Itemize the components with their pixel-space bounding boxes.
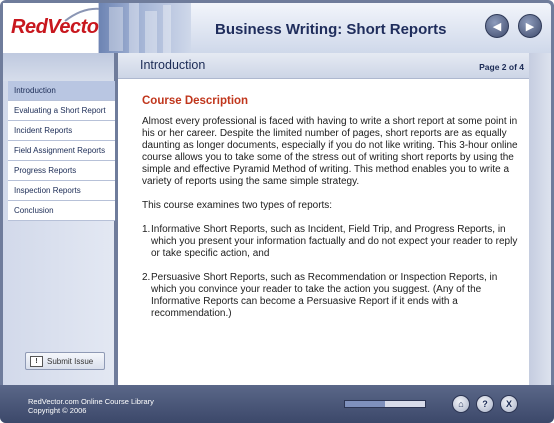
close-button[interactable]: X — [500, 395, 518, 413]
footer-library-text: RedVector.com Online Course Library — [28, 397, 154, 406]
intro-paragraph: Almost every professional is faced with … — [142, 116, 518, 187]
list-text: Informative Short Reports, such as Incid… — [151, 224, 518, 259]
section-title: Introduction — [140, 58, 206, 72]
report-types-intro: This course examines two types of report… — [142, 200, 333, 211]
list-number: 2. — [142, 272, 151, 283]
sidebar-item-introduction[interactable]: Introduction — [8, 81, 115, 101]
sidebar-menu: Introduction Evaluating a Short Report I… — [8, 81, 115, 221]
right-panel-strip — [529, 53, 551, 385]
sidebar-item-inspection-reports[interactable]: Inspection Reports — [8, 181, 115, 201]
report-issue-icon: ! — [30, 355, 43, 367]
home-button[interactable]: ⌂ — [452, 395, 470, 413]
course-progress-bar — [344, 400, 426, 408]
list-item: 2. Persuasive Short Reports, such as Rec… — [142, 272, 524, 320]
home-icon: ⌂ — [458, 399, 464, 409]
sidebar-item-evaluating[interactable]: Evaluating a Short Report — [8, 101, 115, 121]
submit-issue-label: Submit Issue — [47, 356, 94, 366]
sidebar-item-conclusion[interactable]: Conclusion — [8, 201, 115, 221]
footer-copyright: RedVector.com Online Course Library Copy… — [28, 397, 154, 415]
close-icon: X — [505, 399, 512, 409]
list-item: 1. Informative Short Reports, such as In… — [142, 224, 524, 260]
sidebar-item-field-assignment[interactable]: Field Assignment Reports — [8, 141, 115, 161]
course-description-heading: Course Description — [142, 95, 249, 107]
content-header: Introduction Page 2 of 4 — [118, 53, 529, 79]
footer-copyright-text: Copyright © 2006 — [28, 406, 87, 415]
logo-swoosh-icon — [64, 7, 102, 22]
sidebar-header — [3, 53, 114, 81]
list-text: Persuasive Short Reports, such as Recomm… — [151, 272, 498, 319]
course-title: Business Writing: Short Reports — [215, 21, 447, 38]
help-button[interactable]: ? — [476, 395, 494, 413]
help-icon: ? — [482, 399, 488, 409]
sidebar-item-incident-reports[interactable]: Incident Reports — [8, 121, 115, 141]
header-building-image — [99, 3, 191, 53]
content-panel: Introduction Page 2 of 4 Course Descript… — [118, 53, 529, 385]
app-window: RedVector Business Writing: Short Report… — [0, 0, 554, 423]
forward-button[interactable]: ▶ — [518, 14, 542, 38]
back-arrow-icon: ◀ — [492, 20, 502, 33]
back-button[interactable]: ◀ — [485, 14, 509, 38]
page-indicator: Page 2 of 4 — [479, 62, 524, 72]
progress-fill — [345, 401, 385, 407]
footer-bar: RedVector.com Online Course Library Copy… — [0, 385, 554, 423]
submit-issue-button[interactable]: ! Submit Issue — [25, 352, 105, 370]
header-bar: RedVector Business Writing: Short Report… — [3, 3, 551, 53]
content-body: Course Description Almost every professi… — [142, 95, 524, 332]
sidebar-item-progress-reports[interactable]: Progress Reports — [8, 161, 115, 181]
list-number: 1. — [142, 224, 151, 235]
sidebar: Introduction Evaluating a Short Report I… — [3, 53, 115, 385]
forward-arrow-icon: ▶ — [525, 20, 535, 33]
logo: RedVector — [3, 3, 106, 53]
